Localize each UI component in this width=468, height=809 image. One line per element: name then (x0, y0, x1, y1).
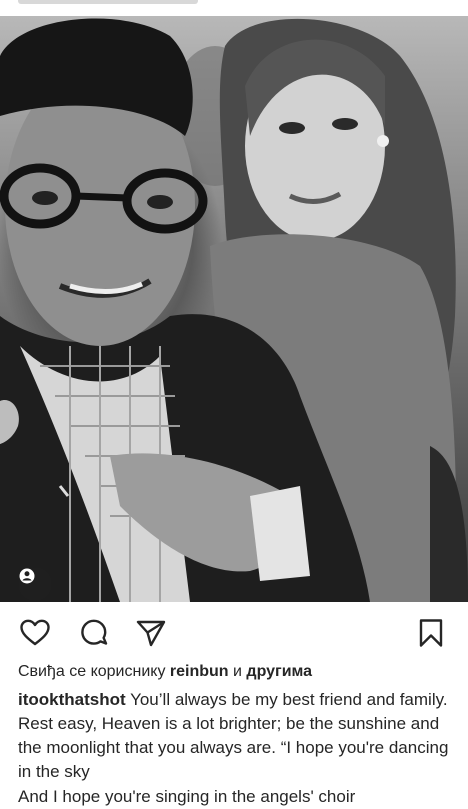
heart-outline-icon (20, 619, 50, 646)
liked-by-others-link[interactable]: другима (246, 663, 312, 680)
post-caption: itookthatshot You’ll always be my best f… (18, 688, 454, 784)
comment-bubble-icon (81, 619, 108, 645)
bookmark-outline-icon (419, 619, 443, 647)
caption-author-link[interactable]: itookthatshot (18, 690, 126, 709)
liked-by-prefix: Свиђа се кориснику (18, 663, 166, 680)
share-button[interactable] (134, 616, 168, 650)
liked-by-user-link[interactable]: reinbun (170, 663, 229, 680)
liked-by-join: и (233, 663, 242, 680)
top-bar (0, 0, 468, 16)
like-button[interactable] (18, 616, 52, 650)
comment-button[interactable] (77, 616, 111, 650)
photo-illustration (0, 18, 468, 602)
save-button[interactable] (414, 616, 448, 650)
paper-plane-icon (136, 620, 166, 647)
user-tag-icon (19, 568, 35, 584)
post-action-bar (0, 612, 468, 654)
tagged-users-button[interactable] (18, 567, 52, 601)
post-photo[interactable] (0, 16, 468, 602)
header-remnant (18, 0, 198, 4)
caption-cut-line: And I hope you're singing in the angels'… (18, 787, 356, 806)
likes-line: Свиђа се кориснику reinbun и другима (18, 663, 312, 681)
